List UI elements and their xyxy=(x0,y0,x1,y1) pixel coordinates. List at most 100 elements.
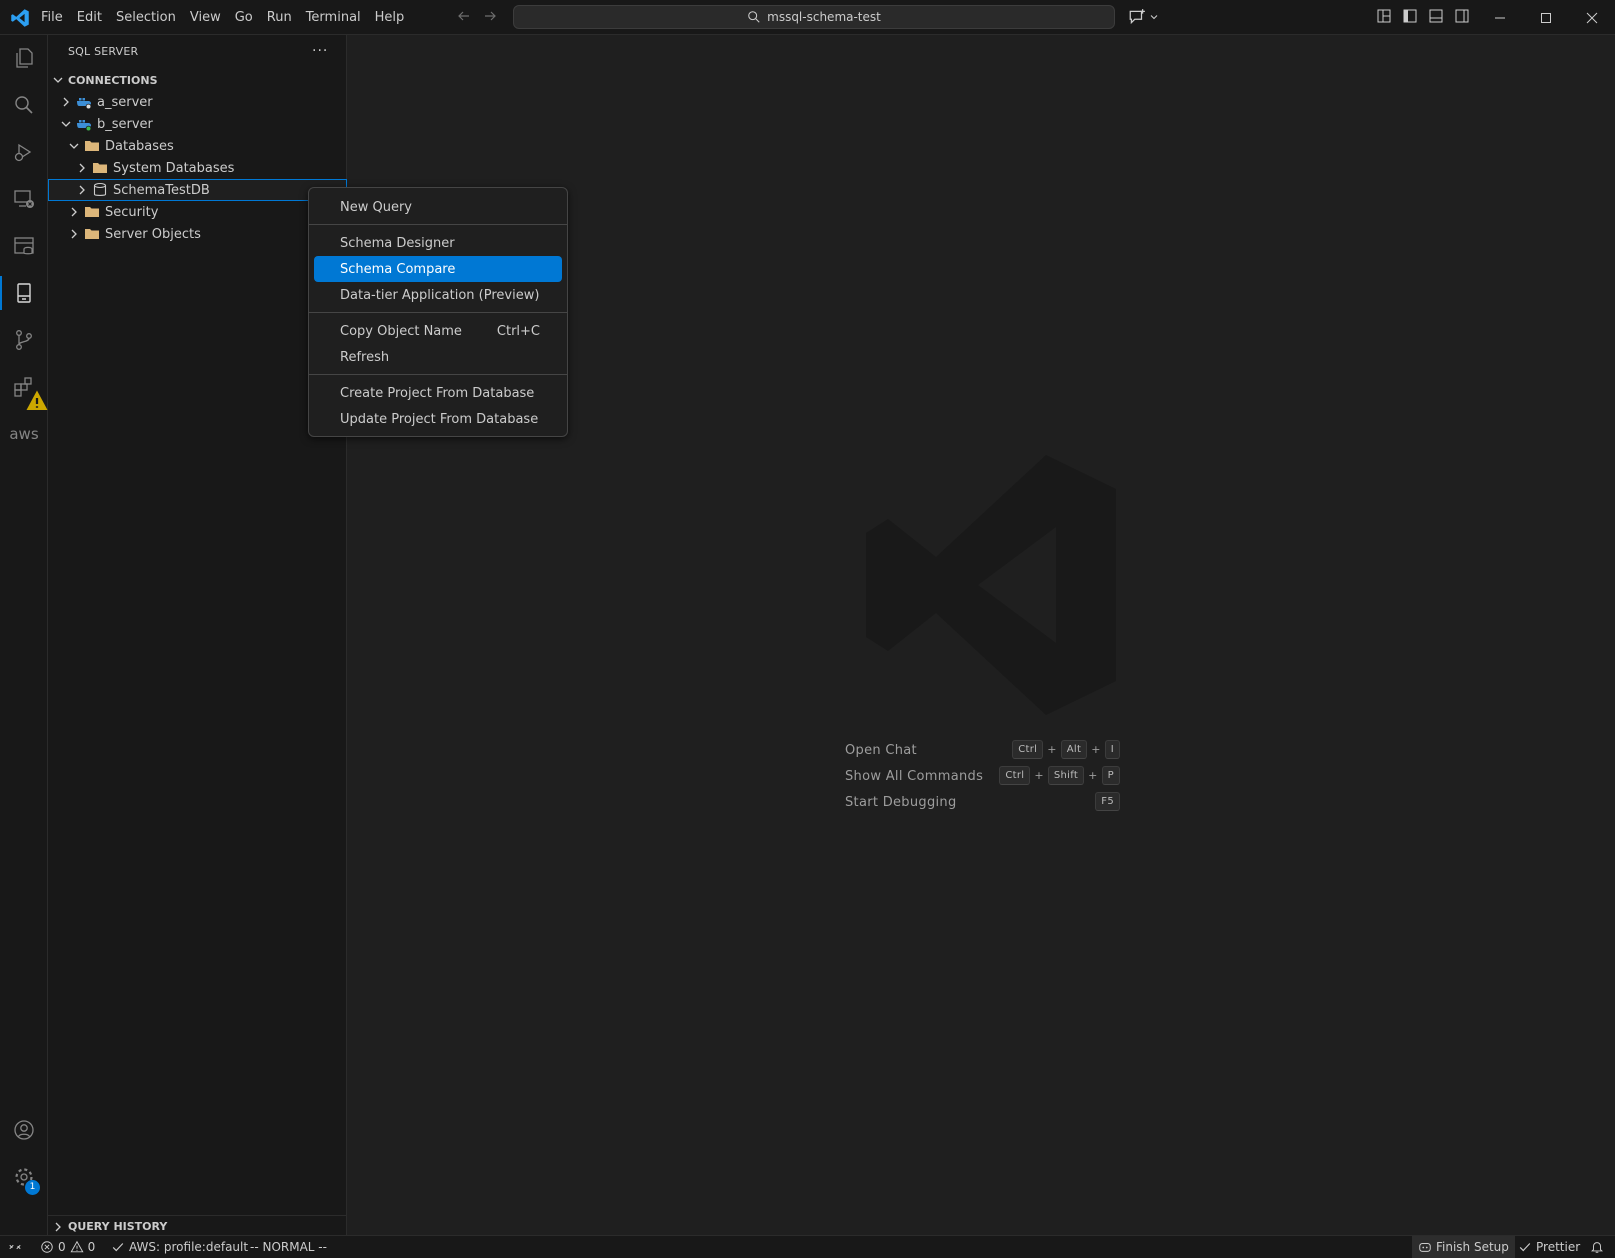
hint-open-chat[interactable]: Open Chat Ctrl + Alt + I xyxy=(845,737,1120,763)
extensions-button[interactable] xyxy=(0,364,48,410)
search-icon xyxy=(748,11,760,23)
aws-toolkit-button[interactable]: aws xyxy=(0,411,48,457)
aws-icon: aws xyxy=(9,425,39,443)
chevron-right-icon xyxy=(79,185,85,195)
tree-item-security[interactable]: Security xyxy=(48,201,347,223)
keybinding: Ctrl + Alt + I xyxy=(1012,740,1120,759)
menu-go[interactable]: Go xyxy=(228,0,260,35)
problems-indicator[interactable]: 0 0 xyxy=(40,1236,95,1258)
tree-label: SchemaTestDB xyxy=(113,182,210,198)
sql-server-button[interactable] xyxy=(0,270,48,316)
prettier-label: Prettier xyxy=(1536,1240,1581,1254)
copilot-icon xyxy=(1419,1243,1431,1252)
finish-setup-button[interactable]: Finish Setup xyxy=(1412,1236,1515,1258)
window-controls xyxy=(1477,0,1615,35)
tree-item-a-server[interactable]: a_server xyxy=(48,91,347,113)
tree-item-schematestdb[interactable]: SchemaTestDB xyxy=(48,179,347,201)
warning-badge-icon xyxy=(26,390,48,410)
menu-bar: File Edit Selection View Go Run Terminal… xyxy=(34,0,411,35)
more-actions-icon[interactable]: ··· xyxy=(312,43,328,59)
tree-item-system-databases[interactable]: System Databases xyxy=(48,157,347,179)
aws-profile-label: AWS: profile:default xyxy=(129,1240,249,1254)
command-center-search[interactable]: mssql-schema-test xyxy=(513,5,1115,29)
menu-edit[interactable]: Edit xyxy=(70,0,109,35)
menu-item-label: Data-tier Application (Preview) xyxy=(340,287,540,303)
customize-layout-icon[interactable] xyxy=(1376,8,1392,24)
chevron-right-icon xyxy=(63,97,69,107)
tree-item-server-objects[interactable]: Server Objects xyxy=(48,223,347,245)
menu-item-update-project-from-database[interactable]: Update Project From Database xyxy=(314,406,562,432)
accounts-button[interactable] xyxy=(0,1107,48,1153)
error-count: 0 xyxy=(58,1240,66,1254)
menu-selection[interactable]: Selection xyxy=(109,0,183,35)
chevron-right-icon xyxy=(55,1222,61,1231)
server-connected-icon xyxy=(77,120,92,132)
remote-explorer-button[interactable] xyxy=(0,176,48,222)
folder-icon xyxy=(85,229,99,239)
source-control-button[interactable] xyxy=(0,317,48,363)
menu-item-create-project-from-database[interactable]: Create Project From Database xyxy=(314,380,562,406)
key: P xyxy=(1101,766,1120,785)
connections-section-header[interactable]: CONNECTIONS xyxy=(48,69,347,91)
account-icon xyxy=(14,1120,34,1140)
menu-item-schema-designer[interactable]: Schema Designer xyxy=(314,230,562,256)
menu-separator xyxy=(309,312,567,313)
menu-item-schema-compare[interactable]: Schema Compare xyxy=(314,256,562,282)
menu-terminal[interactable]: Terminal xyxy=(299,0,368,35)
folder-icon xyxy=(85,141,99,151)
key: I xyxy=(1104,740,1120,759)
menu-item-data-tier-application[interactable]: Data-tier Application (Preview) xyxy=(314,282,562,308)
database-explorer-button[interactable] xyxy=(0,223,48,269)
menu-item-label: Schema Designer xyxy=(340,235,455,251)
manage-button[interactable]: 1 xyxy=(0,1154,48,1200)
notifications-button[interactable] xyxy=(1590,1236,1604,1258)
explorer-button[interactable] xyxy=(0,35,48,81)
hint-label: Start Debugging xyxy=(845,794,957,810)
menu-item-refresh[interactable]: Refresh xyxy=(314,344,562,370)
menu-file[interactable]: File xyxy=(34,0,70,35)
menu-item-copy-object-name[interactable]: Copy Object Name Ctrl+C xyxy=(314,318,562,344)
menu-help[interactable]: Help xyxy=(368,0,412,35)
tree-item-b-server[interactable]: b_server xyxy=(48,113,347,135)
menu-run[interactable]: Run xyxy=(260,0,299,35)
back-arrow-icon[interactable] xyxy=(456,8,472,24)
minimize-icon xyxy=(1495,17,1505,18)
tree-item-databases[interactable]: Databases xyxy=(48,135,347,157)
menu-item-new-query[interactable]: New Query xyxy=(314,194,562,220)
prettier-indicator[interactable]: Prettier xyxy=(1518,1236,1580,1258)
keybinding: Ctrl + Shift + P xyxy=(999,766,1120,785)
menu-item-label: Copy Object Name xyxy=(340,323,462,339)
close-button[interactable] xyxy=(1569,0,1615,35)
aws-profile-indicator[interactable]: AWS: profile:default xyxy=(111,1236,248,1258)
run-debug-icon xyxy=(14,143,32,162)
maximize-button[interactable] xyxy=(1523,0,1569,35)
toggle-secondary-sidebar-icon[interactable] xyxy=(1454,8,1470,24)
minimize-button[interactable] xyxy=(1477,0,1523,35)
key-plus: + xyxy=(1034,769,1044,782)
hint-start-debugging[interactable]: Start Debugging F5 xyxy=(845,789,1120,815)
search-button[interactable] xyxy=(0,82,48,128)
toggle-primary-sidebar-icon[interactable] xyxy=(1402,8,1418,24)
menu-view[interactable]: View xyxy=(183,0,228,35)
chevron-down-icon xyxy=(69,143,79,149)
hint-label: Open Chat xyxy=(845,742,917,758)
server-icon xyxy=(77,98,92,110)
toggle-panel-icon[interactable] xyxy=(1428,8,1444,24)
forward-arrow-icon[interactable] xyxy=(482,8,498,24)
menu-item-label: Update Project From Database xyxy=(340,411,539,427)
remote-indicator[interactable] xyxy=(8,1236,22,1258)
maximize-icon xyxy=(1541,12,1551,23)
key-plus: + xyxy=(1088,769,1098,782)
sql-server-sidebar: SQL SERVER ··· CONNECTIONS a_server b_se… xyxy=(48,35,347,1235)
chat-toggle[interactable] xyxy=(1128,8,1160,26)
chevron-right-icon xyxy=(79,163,85,173)
key: Ctrl xyxy=(999,766,1031,785)
chat-icon xyxy=(1129,9,1145,25)
finish-setup-label: Finish Setup xyxy=(1436,1240,1509,1254)
run-debug-button[interactable] xyxy=(0,129,48,175)
query-history-section-header[interactable]: QUERY HISTORY xyxy=(48,1215,347,1237)
key: F5 xyxy=(1095,792,1120,811)
hint-show-all-commands[interactable]: Show All Commands Ctrl + Shift + P xyxy=(845,763,1120,789)
vscode-logo-icon xyxy=(11,9,29,27)
error-icon xyxy=(41,1241,53,1253)
